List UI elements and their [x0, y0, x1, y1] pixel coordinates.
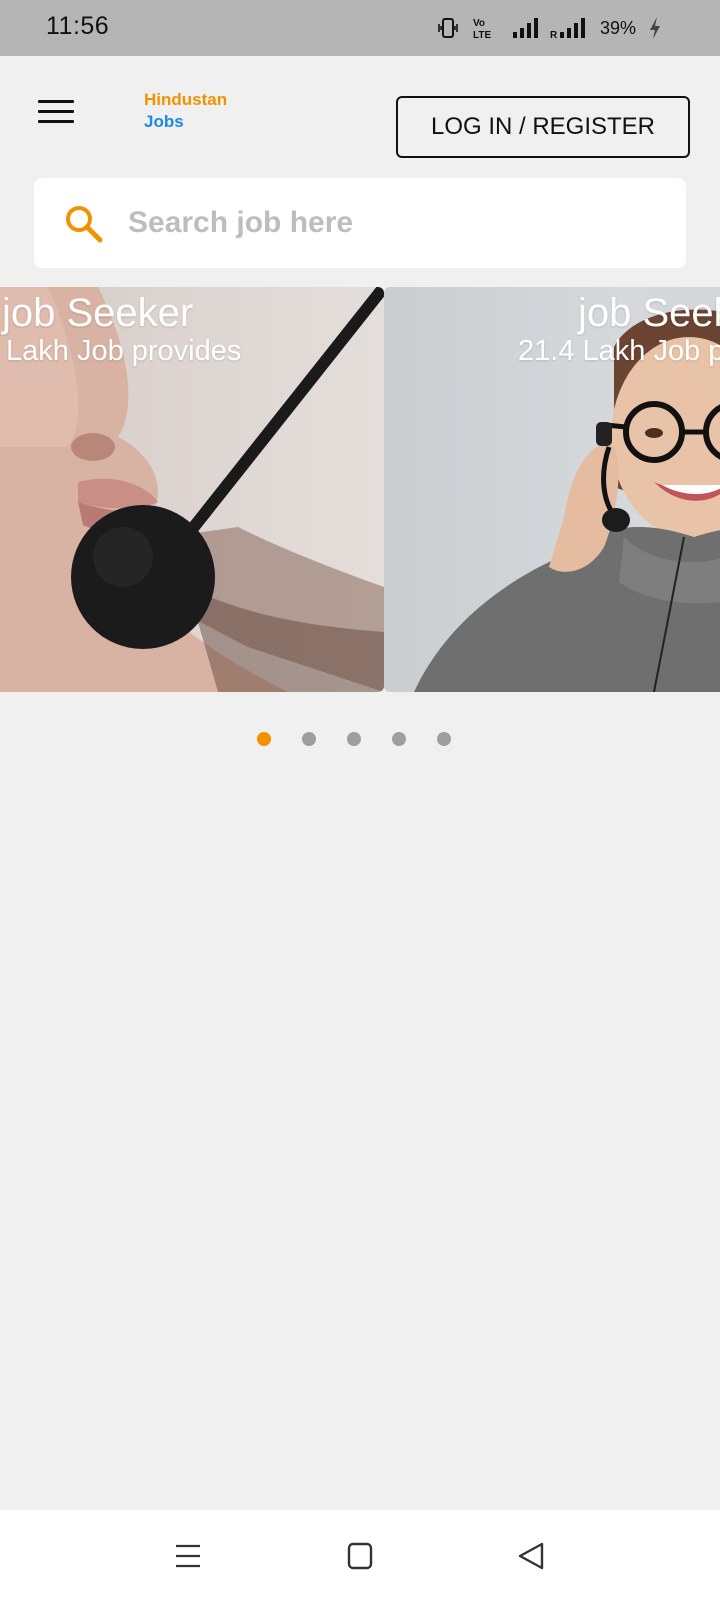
hamburger-menu-icon[interactable]: [32, 92, 80, 132]
slide-title: job Seek: [578, 291, 720, 335]
carousel-slide[interactable]: job Seek 21.4 Lakh Job p: [384, 287, 720, 692]
signal-roaming-icon: R: [550, 18, 585, 40]
battery-percent: 39%: [599, 17, 636, 38]
search-input[interactable]: [128, 178, 658, 268]
login-register-button[interactable]: LOG IN / REGISTER: [396, 96, 690, 158]
carousel-dot[interactable]: [437, 732, 451, 746]
banner-carousel[interactable]: job Seeker Lakh Job provides job Seek 21…: [0, 287, 720, 692]
status-bar: 11:56 Vo LTE R 39%: [0, 0, 720, 56]
vibrate-icon: [438, 18, 458, 38]
volte-label-top: Vo: [473, 18, 485, 29]
svg-text:R: R: [550, 30, 558, 40]
carousel-slide[interactable]: job Seeker Lakh Job provides: [0, 287, 384, 692]
slide-subtitle: 21.4 Lakh Job p: [518, 335, 720, 367]
carousel-pagination: [0, 732, 720, 746]
home-icon[interactable]: [340, 1536, 380, 1576]
volte-label-bottom: LTE: [473, 30, 491, 40]
carousel-dot[interactable]: [347, 732, 361, 746]
carousel-dot[interactable]: [392, 732, 406, 746]
carousel-dot[interactable]: [257, 732, 271, 746]
slide-subtitle: Lakh Job provides: [6, 335, 242, 367]
charging-icon: [650, 17, 660, 39]
back-icon[interactable]: [512, 1536, 552, 1576]
brand-name-bottom: Jobs: [144, 112, 184, 131]
status-icons: Vo LTE R 39%: [436, 14, 662, 42]
volte-icon: Vo LTE: [473, 18, 491, 40]
search-icon: [66, 206, 103, 243]
recent-apps-icon[interactable]: [168, 1536, 208, 1576]
signal-icon: [512, 18, 538, 38]
carousel-dot[interactable]: [302, 732, 316, 746]
search-bar[interactable]: [34, 178, 686, 268]
slide-title: job Seeker: [2, 291, 194, 335]
brand-logo: Hindustan Jobs: [144, 89, 227, 133]
brand-name-top: Hindustan: [144, 90, 228, 109]
system-nav-bar: [0, 1510, 720, 1600]
status-time: 11:56: [46, 12, 110, 40]
